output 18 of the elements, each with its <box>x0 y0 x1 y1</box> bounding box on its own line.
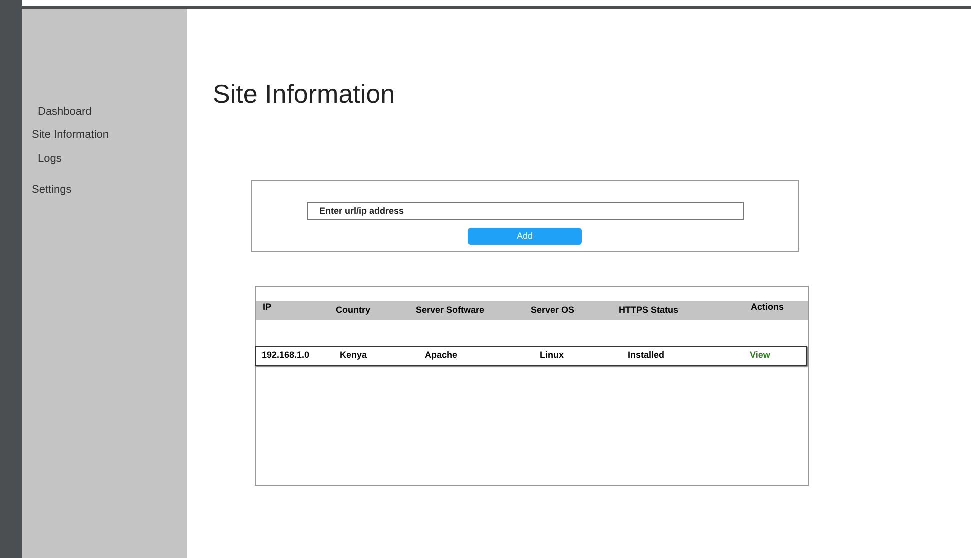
column-header: Server OS <box>531 304 575 317</box>
sidebar-item[interactable]: Logs <box>38 151 62 168</box>
table-cell-text: Kenya <box>340 349 368 362</box>
page-title: Site Information <box>213 78 396 111</box>
sidebar-item[interactable]: Dashboard <box>38 104 92 120</box>
table-cell-text: Apache <box>425 349 458 362</box>
table-cell-text: 192.168.1.0 <box>262 349 310 362</box>
table-cell-text: Linux <box>540 349 564 362</box>
column-header: Server Software <box>416 304 485 317</box>
column-header: HTTPS Status <box>619 304 679 317</box>
sidebar-item[interactable]: Site Information <box>32 126 110 143</box>
sidebar-item[interactable]: Settings <box>32 182 72 198</box>
column-header: Country <box>336 304 370 317</box>
view-link[interactable]: View <box>750 349 770 363</box>
column-header: Actions <box>751 301 784 314</box>
column-header: IP <box>263 301 272 314</box>
url-input-field[interactable]: Enter url/ip address <box>306 202 744 220</box>
table-cell-text: Installed <box>628 349 665 362</box>
